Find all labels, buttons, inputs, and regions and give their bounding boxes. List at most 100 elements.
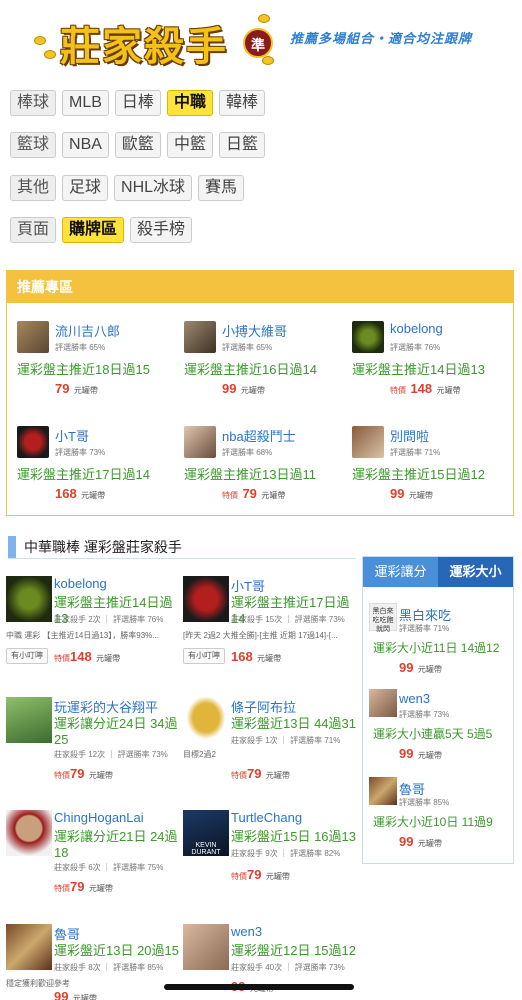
- tipster-name[interactable]: ChingHoganLai: [54, 810, 144, 825]
- record-text: 運彩盤主推近15日過12: [352, 467, 485, 482]
- avatar: [6, 810, 52, 856]
- price-label: 特價: [54, 654, 70, 663]
- nav-item-killer-ranking[interactable]: 殺手榜: [130, 217, 193, 243]
- nav-label: 其他: [10, 175, 57, 201]
- coin-icon: [34, 36, 46, 45]
- card-stats: 莊家殺手 6次 ｜ 評選勝率 75%: [54, 863, 164, 872]
- tipster-card[interactable]: 條子阿布拉 運彩盤近13日 44過31 莊家殺手 1次 ｜ 評選勝率 71% 目…: [183, 697, 358, 807]
- price-label: 特價: [390, 386, 406, 395]
- price: 99 元罐帶: [222, 380, 265, 398]
- price-value: 79: [70, 766, 85, 781]
- price-unit: 元罐帶: [240, 386, 265, 395]
- win-rate: 評選勝率 65%: [222, 343, 273, 352]
- price-value: 99: [399, 746, 414, 761]
- price-unit: 元罐帶: [257, 654, 282, 663]
- tipster-name[interactable]: kobelong: [54, 576, 107, 591]
- price: 特價 79 元罐帶: [222, 485, 285, 503]
- tipster-card[interactable]: KEVIN DURANT TurtleChang 運彩盤近15日 16過13 莊…: [183, 810, 358, 920]
- tipster-name[interactable]: 黑白來吃: [399, 605, 451, 624]
- price-value: 148: [410, 381, 433, 396]
- nav-item-euro-basketball[interactable]: 歐籃: [114, 132, 161, 158]
- side-item[interactable]: 黑白來吃吃飽就閃 黑白來吃 評選勝率 71% 運彩大小近11日 14過12 99…: [363, 603, 513, 683]
- win-rate: 評選勝率 71%: [399, 624, 450, 633]
- price-value: 99: [54, 989, 69, 1000]
- nav-item-chinese-basketball[interactable]: 中籃: [166, 132, 213, 158]
- recommend-item[interactable]: 別問啦 評選勝率 71% 運彩盤主推近15日過12 99 元罐帶: [352, 426, 512, 516]
- price-unit: 元罐帶: [265, 872, 290, 881]
- nav-item-npb[interactable]: 日棒: [114, 90, 161, 116]
- recommend-item[interactable]: 小搏大維哥 評選勝率 65% 運彩盤主推近16日過14 99 元罐帶: [184, 321, 344, 411]
- coin-icon: [258, 14, 270, 23]
- record-text: 運彩盤主推近17日過14: [17, 467, 150, 482]
- price-value: 99: [222, 381, 237, 396]
- record-text: 運彩大小近10日 11過9: [373, 815, 493, 829]
- tipster-name[interactable]: 條子阿布拉: [231, 697, 296, 716]
- win-rate: 評選勝率 65%: [55, 343, 106, 352]
- reminder-tag[interactable]: 有小叮嚀: [6, 648, 48, 664]
- nav-item-mlb[interactable]: MLB: [62, 90, 109, 116]
- tipster-card[interactable]: 小T哥 運彩盤主推近17日過14 莊家殺手 15次 ｜ 評選勝率 73% [昨天…: [183, 576, 358, 686]
- price-label: 特價: [54, 884, 70, 893]
- record-text: 運彩盤主推近16日過14: [184, 362, 317, 377]
- tipster-name[interactable]: wen3: [231, 924, 262, 939]
- side-item[interactable]: wen3 評選勝率 73% 運彩大小連贏5天 5過5 99 元罐帶: [363, 689, 513, 769]
- side-item[interactable]: 魯哥 評選勝率 85% 運彩大小近10日 11過9 99 元罐帶: [363, 777, 513, 857]
- nav-item-nhl[interactable]: NHL冰球: [114, 175, 193, 201]
- tipster-card[interactable]: 魯哥 運彩盤近13日 20過15 莊家殺手 8次 ｜ 評選勝率 85% 穩定獲利…: [6, 924, 181, 1000]
- tipster-name[interactable]: 小T哥: [231, 576, 265, 595]
- price-label: 特價: [231, 771, 247, 780]
- price-unit: 元罐帶: [81, 491, 106, 500]
- price-value: 168: [55, 486, 77, 501]
- avatar: [6, 697, 52, 743]
- price: 99 元罐帶: [390, 485, 433, 503]
- tipster-card[interactable]: 玩運彩的大谷翔平 運彩讓分近24日 34過25 莊家殺手 12次 ｜ 評選勝率 …: [6, 697, 181, 807]
- nav-item-nba[interactable]: NBA: [62, 132, 109, 158]
- tipster-name[interactable]: 流川吉八郎: [55, 321, 120, 340]
- avatar: [17, 321, 49, 353]
- tipster-name[interactable]: 魯哥: [54, 924, 80, 943]
- tipster-name[interactable]: kobelong: [390, 321, 443, 336]
- site-logo[interactable]: 莊家殺手 準: [30, 6, 275, 70]
- reminder-tag[interactable]: 有小叮嚀: [183, 648, 225, 664]
- avatar: [352, 321, 384, 353]
- nav-item-purchase[interactable]: 購牌區: [62, 217, 125, 243]
- tipster-name[interactable]: 別問啦: [390, 426, 429, 445]
- tipster-name[interactable]: TurtleChang: [231, 810, 302, 825]
- price-unit: 元罐帶: [88, 884, 113, 893]
- nav-item-horse-racing[interactable]: 賽馬: [198, 175, 245, 201]
- win-rate: 評選勝率 76%: [390, 343, 441, 352]
- card-stats: 莊家殺手 9次 ｜ 評選勝率 82%: [231, 849, 341, 858]
- price-unit: 元罐帶: [261, 491, 286, 500]
- tipster-card[interactable]: kobelong 運彩盤主推近14日過13 莊家殺手 2次 ｜ 評選勝率 76%…: [6, 576, 181, 686]
- tipster-name[interactable]: nba超殺鬥士: [222, 426, 296, 445]
- avatar: [183, 697, 229, 743]
- price-value: 148: [70, 649, 92, 664]
- tab-spread[interactable]: 運彩讓分: [363, 557, 438, 587]
- price: 特價148 元罐帶: [54, 648, 120, 666]
- tipster-name[interactable]: 小搏大維哥: [222, 321, 287, 340]
- price-unit: 元罐帶: [417, 751, 442, 760]
- avatar: [183, 576, 229, 622]
- nav-item-kbo[interactable]: 韓棒: [218, 90, 265, 116]
- nav-item-soccer[interactable]: 足球: [62, 175, 109, 201]
- avatar: [183, 924, 229, 970]
- section-title: 中華職棒 運彩盤莊家殺手: [8, 536, 182, 558]
- tipster-card[interactable]: ChingHoganLai 運彩讓分近21日 24過18 莊家殺手 6次 ｜ 評…: [6, 810, 181, 920]
- price: 99 元罐帶: [54, 988, 97, 1000]
- avatar-caption: 黑白來吃吃飽就閃: [372, 608, 394, 633]
- nav-item-cpbl[interactable]: 中職: [166, 90, 213, 116]
- tipster-name[interactable]: wen3: [399, 691, 430, 706]
- recommend-item[interactable]: 流川吉八郎 評選勝率 65% 運彩盤主推近18日過15 79 元罐帶: [17, 321, 177, 411]
- recommend-item[interactable]: nba超殺鬥士 評選勝率 68% 運彩盤主推近13日過11 特價 79 元罐帶: [184, 426, 344, 516]
- tipster-name[interactable]: 小T哥: [55, 426, 89, 445]
- tab-totals[interactable]: 運彩大小: [438, 557, 513, 587]
- tipster-name[interactable]: 魯哥: [399, 779, 425, 798]
- nav-label: 籃球: [10, 132, 57, 158]
- tipster-name[interactable]: 玩運彩的大谷翔平: [54, 697, 158, 716]
- avatar: [6, 924, 52, 970]
- recommend-item[interactable]: 小T哥 評選勝率 73% 運彩盤主推近17日過14 168 元罐帶: [17, 426, 177, 516]
- avatar: [184, 426, 216, 458]
- nav-item-japan-basketball[interactable]: 日籃: [218, 132, 265, 158]
- recommend-item[interactable]: kobelong 評選勝率 76% 運彩盤主推近14日過13 特價 148 元罐…: [352, 321, 512, 411]
- price-value: 168: [231, 649, 253, 664]
